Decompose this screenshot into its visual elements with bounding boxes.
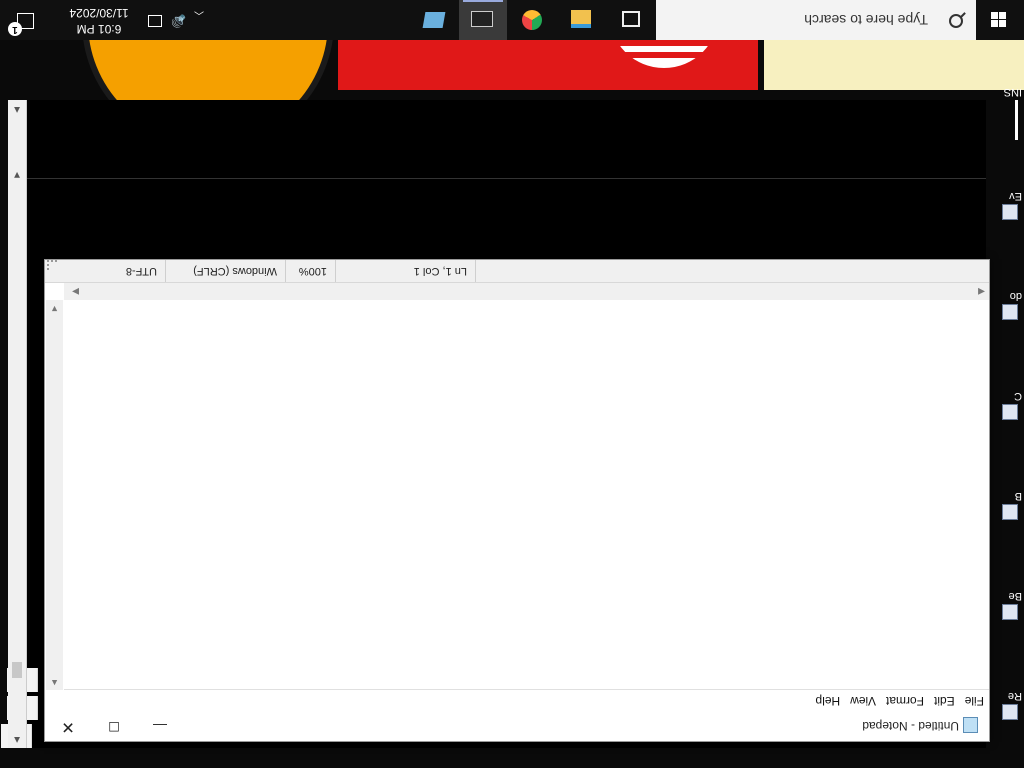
network-icon[interactable] <box>148 15 162 27</box>
notepad-window[interactable]: Untitled - Notepad — ☐ ✕ FileEditFormatV… <box>44 259 990 742</box>
cursor-position: Ln 1, Col 1 <box>336 260 476 282</box>
search-placeholder: Type here to search <box>804 12 928 28</box>
active-indicator <box>463 0 503 2</box>
taskbar: Type here to search 🔊 ︿ 6:01 PM 11/30/20… <box>0 0 1024 40</box>
desktop-icon-label: C <box>1014 390 1022 402</box>
window-title: Untitled - Notepad <box>862 719 959 733</box>
scroll-down-arrow-icon[interactable]: ▲ <box>8 730 26 748</box>
start-button[interactable] <box>976 0 1024 40</box>
status-bar: Ln 1, Col 1 100% Windows (CRLF) UTF-8 <box>45 260 989 283</box>
line-ending: Windows (CRLF) <box>166 260 286 282</box>
scroll-right-arrow-icon[interactable]: ▶ <box>72 286 79 297</box>
scroll-down-arrow-icon[interactable]: ▲ <box>8 100 26 118</box>
maximize-button[interactable]: ☐ <box>91 711 137 741</box>
resize-grip-icon[interactable] <box>47 260 57 270</box>
desktop-icon-label: do <box>1009 290 1022 302</box>
scroll-down-arrow-icon[interactable]: ▼ <box>50 304 59 314</box>
encoding: UTF-8 <box>45 260 166 282</box>
menu-edit[interactable]: Edit <box>929 694 960 711</box>
desktop-icon-recycle[interactable]: Re <box>996 690 1022 720</box>
notification-center[interactable]: 1 <box>0 0 48 40</box>
desktop-icon-label: B <box>1014 490 1022 502</box>
desktop-icon-label: Be <box>1008 590 1022 602</box>
taskbar-task-view[interactable] <box>608 0 656 40</box>
terminal-divider <box>8 178 986 179</box>
recycle-bin-icon <box>1002 704 1018 720</box>
menu-view[interactable]: View <box>845 694 881 711</box>
minimize-button[interactable]: — <box>137 711 183 741</box>
chevron-up-icon[interactable]: ︿ <box>194 0 204 24</box>
app-icon <box>1002 604 1018 620</box>
text-editor[interactable] <box>64 299 989 690</box>
close-button[interactable]: ✕ <box>45 711 91 741</box>
system-clock[interactable]: 6:01 PM 11/30/2024 <box>54 5 144 37</box>
desktop-icon-7[interactable]: INS <box>996 86 1022 140</box>
menu-file[interactable]: File <box>960 694 989 711</box>
desktop-icon-label: INS <box>1003 86 1022 98</box>
search-icon <box>949 14 963 28</box>
notepad-icon <box>963 717 978 733</box>
horizontal-scrollbar[interactable]: ◀ ▶ <box>64 283 989 300</box>
scroll-up-arrow-icon[interactable]: ▼ <box>8 165 26 183</box>
app-icon <box>1002 504 1018 520</box>
desktop-icon-4[interactable]: C <box>996 390 1022 420</box>
desktop-icon-label: Ev <box>1009 190 1022 202</box>
task-view-icon <box>622 11 640 27</box>
notification-badge: 1 <box>8 22 22 36</box>
app-icon <box>1002 204 1018 220</box>
chrome-icon <box>522 10 542 30</box>
desktop-icon-6[interactable]: Ev <box>996 190 1022 220</box>
taskbar-file-explorer[interactable] <box>557 0 605 40</box>
app-icon <box>1002 404 1018 420</box>
terminal-icon <box>471 11 493 27</box>
desktop-icon-5[interactable]: do <box>996 290 1022 320</box>
menu-bar: FileEditFormatViewHelp <box>45 691 989 711</box>
taskbar-chrome[interactable] <box>508 0 556 40</box>
menu-help[interactable]: Help <box>810 694 845 711</box>
scroll-left-arrow-icon[interactable]: ◀ <box>978 286 985 297</box>
folder-icon <box>571 10 591 28</box>
scrollbar-thumb[interactable] <box>12 662 22 678</box>
menu-format[interactable]: Format <box>881 694 929 711</box>
desktop: Re Be B C do Ev INS ✕ ✕ ✕ ▲ ▼ ▲ <box>0 0 1024 768</box>
app-icon <box>1015 100 1018 140</box>
taskbar-snipping[interactable] <box>410 0 458 40</box>
volume-icon[interactable]: 🔊 <box>171 0 186 28</box>
vertical-scrollbar[interactable]: ▲ ▼ <box>46 300 63 690</box>
scroll-up-arrow-icon[interactable]: ▲ <box>50 678 59 688</box>
app-icon <box>1002 304 1018 320</box>
taskbar-terminal[interactable] <box>459 0 507 40</box>
desktop-icon-3[interactable]: B <box>996 490 1022 520</box>
zoom-level: 100% <box>286 260 336 282</box>
title-bar[interactable]: Untitled - Notepad — ☐ ✕ <box>45 711 989 741</box>
search-box[interactable]: Type here to search <box>656 0 976 40</box>
snipping-icon <box>422 12 446 28</box>
terminal-scrollbar[interactable]: ▲ ▼ ▲ <box>8 100 27 748</box>
clock-date: 11/30/2024 <box>69 6 129 20</box>
desktop-icon-2[interactable]: Be <box>996 590 1022 620</box>
clock-time: 6:01 PM <box>76 22 122 36</box>
desktop-icon-label: Re <box>1007 690 1022 702</box>
windows-logo-icon <box>991 12 1006 27</box>
